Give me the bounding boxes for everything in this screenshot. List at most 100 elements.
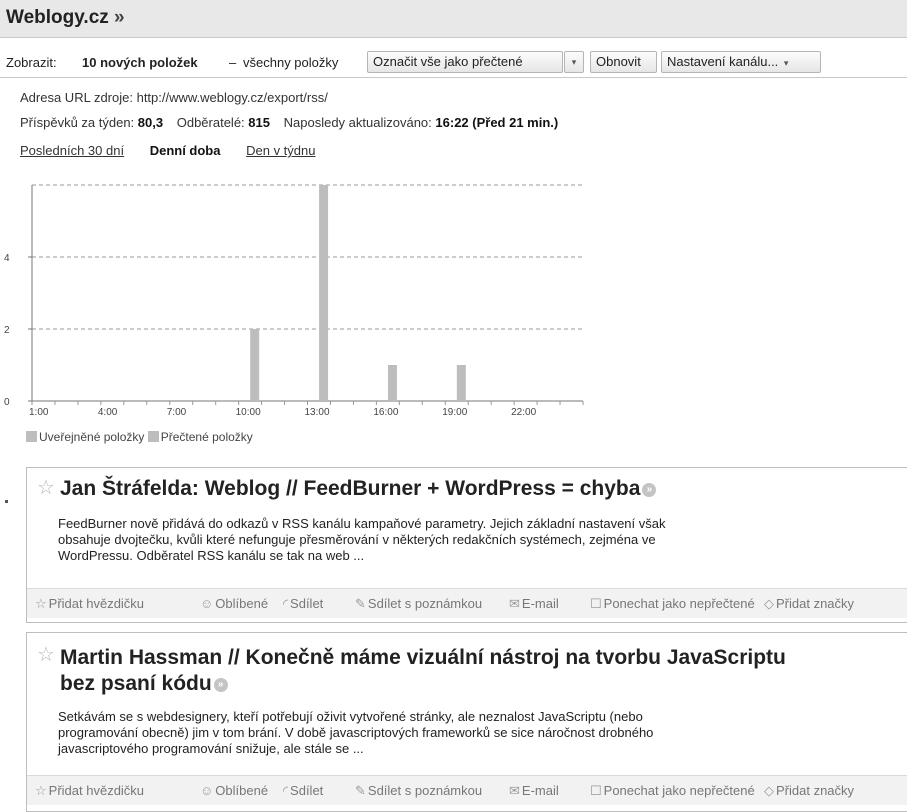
entry-title-text[interactable]: Jan Štráfelda: Weblog // FeedBurner + Wo…: [60, 477, 640, 500]
tab-day-of-week[interactable]: Den v týdnu: [246, 143, 315, 158]
share-icon: ◜: [283, 783, 289, 798]
legend-published: Uveřejněné položky: [39, 430, 145, 444]
tag-icon: ◇: [764, 596, 774, 611]
email-icon: ✉: [509, 596, 520, 611]
chart-bar: [456, 365, 466, 401]
feed-title-raquo[interactable]: »: [114, 7, 125, 28]
email-label: E-mail: [521, 783, 559, 798]
last-updated-value: 16:22 (Před 21 min.): [435, 115, 559, 130]
star-icon[interactable]: ☆: [37, 475, 55, 500]
add-tags-label: Přidat značky: [776, 783, 855, 798]
chart-x-tick-label: 7:00: [167, 407, 187, 418]
entry-snippet-line: javascriptového programování snižuje, al…: [58, 741, 364, 756]
entry-snippet-line: programování obecně) jim v tom brání. V …: [58, 725, 654, 740]
new-items-filter[interactable]: 10 nových položek: [82, 55, 198, 70]
checkbox-icon: ☐: [590, 596, 602, 611]
legend-swatch-read: [147, 431, 159, 442]
time-of-day-chart: 0 2 4 1:00 4:00 7:00 10:00 13:00 16:00 19:00 22:00: [4, 184, 584, 418]
keep-unread-label: Ponechat jako nepřečtené: [603, 596, 755, 611]
all-items-filter[interactable]: všechny položky: [243, 55, 338, 70]
keep-unread-action[interactable]: ☐ Ponechat jako nepřečtené: [590, 596, 755, 612]
like-action[interactable]: ☺ Oblíbené: [200, 783, 268, 798]
entry-title[interactable]: Jan Štráfelda: Weblog // FeedBurner + Wo…: [60, 476, 657, 502]
add-star-label: Přidat hvězdičku: [48, 596, 145, 611]
email-action[interactable]: ✉ E-mail: [509, 596, 559, 612]
entry-item[interactable]: ☆ Martin Hassman // Konečně máme vizuáln…: [26, 632, 907, 812]
share-note-action[interactable]: ✎ Sdílet s poznámkou: [355, 596, 482, 612]
open-link-icon[interactable]: »: [642, 483, 657, 497]
share-note-label: Sdílet s poznámkou: [367, 783, 483, 798]
chart-x-tick-label: 13:00: [305, 407, 330, 418]
note-icon: ✎: [355, 783, 366, 798]
title-bar: Weblogy.cz »: [0, 0, 907, 38]
like-action[interactable]: ☺ Oblíbené: [200, 596, 268, 611]
feed-title-text[interactable]: Weblogy.cz: [6, 7, 109, 28]
chart-x-tick-label: 22:00: [511, 407, 536, 418]
like-label: Oblíbené: [215, 596, 269, 611]
chart-x-tick-label: 10:00: [236, 407, 261, 418]
open-link-icon[interactable]: »: [213, 678, 228, 692]
keep-unread-label: Ponechat jako nepřečtené: [603, 783, 755, 798]
email-action[interactable]: ✉ E-mail: [509, 783, 559, 799]
chart-x-tick-label: 19:00: [442, 407, 467, 418]
share-action[interactable]: ◜ Sdílet: [283, 783, 323, 799]
add-star-action[interactable]: ☆ Přidat hvězdičku: [35, 783, 144, 799]
add-star-action[interactable]: ☆ Přidat hvězdičku: [35, 596, 144, 612]
last-updated-label: Naposledy aktualizováno:: [283, 115, 432, 130]
add-tags-action[interactable]: ◇ Přidat značky: [764, 596, 854, 612]
subscribers-value: 815: [248, 115, 270, 130]
chart-x-tick-label: 1:00: [29, 407, 49, 418]
refresh-button[interactable]: Obnovit: [590, 51, 657, 73]
entry-snippet-line: obsahuje dvojtečku, kvůli které nefunguj…: [58, 532, 656, 547]
add-tags-label: Přidat značky: [776, 596, 855, 611]
entry-snippet-line: Setkávám se s webdesignery, kteří potřeb…: [58, 709, 643, 724]
chart-x-tick-label: 4:00: [98, 407, 118, 418]
share-label: Sdílet: [290, 596, 324, 611]
feed-url: http://www.weblogy.cz/export/rss/: [136, 90, 328, 105]
chevron-down-icon: ▾: [571, 57, 577, 67]
share-note-label: Sdílet s poznámkou: [367, 596, 483, 611]
filter-dash: –: [229, 55, 237, 70]
email-label: E-mail: [521, 596, 559, 611]
feed-settings-button[interactable]: Nastavení kanálu... ▾: [661, 51, 821, 73]
toolbar: Zobrazit: 10 nových položek – všechny po…: [0, 48, 907, 78]
star-icon: ☆: [35, 783, 47, 798]
feed-url-label: Adresa URL zdroje:: [20, 90, 133, 105]
subscribers-label: Odběratelé:: [176, 115, 245, 130]
feed-stats-line: Příspěvků za týden: 80,3 Odběratelé: 815…: [20, 115, 558, 130]
show-label: Zobrazit:: [6, 55, 57, 70]
keep-unread-action[interactable]: ☐ Ponechat jako nepřečtené: [590, 783, 755, 799]
separator-dot: [5, 500, 8, 503]
share-action[interactable]: ◜ Sdílet: [283, 596, 323, 612]
mark-all-read-dropdown[interactable]: ▾: [564, 51, 584, 73]
star-icon[interactable]: ☆: [37, 642, 55, 667]
add-star-label: Přidat hvězdičku: [48, 783, 145, 798]
add-tags-action[interactable]: ◇ Přidat značky: [764, 783, 854, 799]
share-icon: ◜: [283, 596, 289, 611]
tag-icon: ◇: [764, 783, 774, 798]
entry-actions: ☆ Přidat hvězdičku ☺ Oblíbené ◜ Sdílet ✎ Sdí…: [27, 775, 907, 805]
mark-all-read-button[interactable]: Označit vše jako přečtené: [367, 51, 563, 73]
tab-last-30-days[interactable]: Posledních 30 dní: [20, 143, 124, 158]
entry-actions: ☆ Přidat hvězdičku ☺ Oblíbené ◜ Sdílet ✎ Sdí…: [27, 588, 907, 618]
chart-bar: [319, 185, 329, 401]
entry-snippet: FeedBurner nově přidává do odkazů v RSS …: [58, 516, 838, 564]
entry-snippet: Setkávám se s webdesignery, kteří potřeb…: [58, 709, 838, 757]
share-note-action[interactable]: ✎ Sdílet s poznámkou: [355, 783, 482, 799]
feed-title[interactable]: Weblogy.cz »: [6, 7, 125, 29]
like-label: Oblíbené: [215, 783, 269, 798]
feed-settings-label: Nastavení kanálu...: [667, 54, 779, 69]
star-icon: ☆: [35, 596, 47, 611]
entry-title-line[interactable]: Martin Hassman // Konečně máme vizuální …: [60, 645, 786, 671]
entry-snippet-line: WordPressu. Odběratel RSS kanálu se tak …: [58, 548, 365, 563]
entry-title-line[interactable]: bez psaní kódu: [60, 672, 212, 695]
chart-bar: [387, 365, 397, 401]
entry-title[interactable]: Martin Hassman // Konečně máme vizuální …: [60, 645, 786, 697]
chart-tabs: Posledních 30 dní Denní doba Den v týdnu: [20, 143, 315, 158]
posts-per-week-value: 80,3: [137, 115, 164, 130]
chart-y-tick-label: 4: [4, 253, 10, 264]
smile-icon: ☺: [200, 596, 214, 611]
chart-bar: [250, 329, 260, 401]
chart-y-tick-label: 0: [4, 397, 10, 408]
entry-item[interactable]: ☆ Jan Štráfelda: Weblog // FeedBurner + …: [26, 467, 907, 623]
